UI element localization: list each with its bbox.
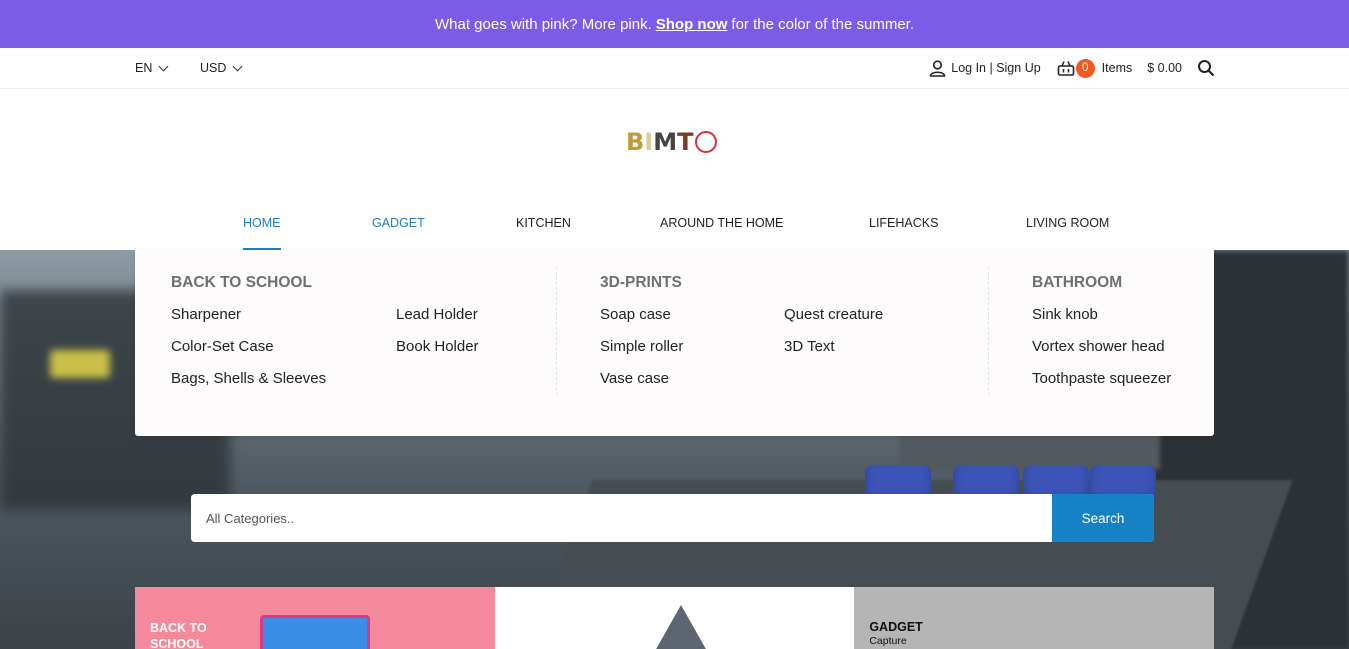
announcement-text: What goes with pink? More pink. xyxy=(434,15,652,33)
cart-button[interactable]: 0 Items $ 0.00 xyxy=(1057,58,1182,78)
card-subtitle: Capture xyxy=(869,635,907,647)
cart-total: $ 0.00 xyxy=(1147,61,1182,75)
main-nav: HOME GADGET KITCHEN AROUND THE HOME LIFE… xyxy=(0,196,1349,250)
top-bar: EN USD Log In | Sign Up 0 Items $ 0.00 xyxy=(0,48,1349,89)
announcement-bar: What goes with pink? More pink. Shop now… xyxy=(0,0,1349,48)
site-logo[interactable]: B I M T xyxy=(626,128,717,156)
menu-link-3d-text[interactable]: 3D Text xyxy=(784,338,835,355)
gadget-mega-menu: BACK TO SCHOOL Sharpener Color-Set Case … xyxy=(135,250,1214,436)
menu-divider xyxy=(988,267,989,395)
header-search-button[interactable] xyxy=(1197,59,1215,77)
menu-link-sharpener[interactable]: Sharpener xyxy=(171,306,241,323)
menu-link-soap-case[interactable]: Soap case xyxy=(600,306,671,323)
account-area: Log In | Sign Up 0 Items $ 0.00 xyxy=(929,48,1215,88)
logo-letter-b: B xyxy=(626,128,645,156)
chevron-down-icon xyxy=(232,61,243,71)
nav-home[interactable]: HOME xyxy=(243,196,281,250)
card-title-line: SCHOOL xyxy=(150,637,204,649)
nav-living-room[interactable]: LIVING ROOM xyxy=(1026,196,1109,250)
card-product-image xyxy=(260,615,370,649)
currency-select[interactable]: USD xyxy=(200,48,243,88)
currency-value: USD xyxy=(200,61,227,75)
category-card-back-to-school[interactable]: BACK TO SCHOOL xyxy=(135,587,495,649)
menu-link-quest-creature[interactable]: Quest creature xyxy=(784,306,883,323)
announcement-text-end: for the color of the summer. xyxy=(731,15,914,33)
chevron-down-icon xyxy=(158,61,169,71)
menu-link-book-holder[interactable]: Book Holder xyxy=(396,338,479,355)
cart-count-badge: 0 xyxy=(1075,58,1095,78)
logo-letter-m: M xyxy=(653,128,678,156)
basket-icon xyxy=(1057,60,1074,76)
menu-link-bags-shells-sleeves[interactable]: Bags, Shells & Sleeves xyxy=(171,370,326,387)
menu-link-toothpaste-squeezer[interactable]: Toothpaste squeezer xyxy=(1032,370,1171,387)
nav-kitchen[interactable]: KITCHEN xyxy=(516,196,571,250)
language-select[interactable]: EN xyxy=(135,48,169,88)
menu-link-simple-roller[interactable]: Simple roller xyxy=(600,338,683,355)
cart-items-label: Items xyxy=(1101,61,1133,75)
menu-heading-bathroom: BATHROOM xyxy=(1032,274,1123,291)
menu-link-vase-case[interactable]: Vase case xyxy=(600,370,669,387)
menu-heading-back-to-school: BACK TO SCHOOL xyxy=(171,274,312,291)
card-product-image xyxy=(654,605,707,649)
category-cards: BACK TO SCHOOL GADGET Capture xyxy=(135,587,1214,649)
logo-letter-o-ring xyxy=(694,131,717,153)
hero-search-bar: Search xyxy=(191,494,1154,542)
login-signup-link[interactable]: Log In | Sign Up xyxy=(929,59,1041,77)
menu-link-lead-holder[interactable]: Lead Holder xyxy=(396,306,478,323)
login-label: Log In | Sign Up xyxy=(951,61,1041,75)
card-title: BACK TO SCHOOL xyxy=(150,620,207,649)
menu-link-sink-knob[interactable]: Sink knob xyxy=(1032,306,1098,323)
card-title: GADGET xyxy=(869,620,923,634)
hero-background-shape xyxy=(50,350,110,378)
logo-letter-i: I xyxy=(644,128,654,156)
menu-heading-3d-prints: 3D-PRINTS xyxy=(600,274,682,291)
menu-link-vortex-shower-head[interactable]: Vortex shower head xyxy=(1032,338,1165,355)
language-value: EN xyxy=(135,61,153,75)
nav-lifehacks[interactable]: LIFEHACKS xyxy=(869,196,938,250)
logo-letter-t: T xyxy=(677,128,694,156)
menu-divider xyxy=(556,267,557,395)
menu-link-color-set-case[interactable]: Color-Set Case xyxy=(171,338,274,355)
user-icon xyxy=(929,59,946,77)
shop-now-link[interactable]: Shop now xyxy=(656,16,728,33)
card-title-line: BACK TO xyxy=(150,621,207,635)
nav-around-the-home[interactable]: AROUND THE HOME xyxy=(660,196,783,250)
search-button[interactable]: Search xyxy=(1052,494,1154,542)
nav-gadget[interactable]: GADGET xyxy=(372,196,425,250)
category-search-input[interactable] xyxy=(191,494,1052,542)
category-card-3d-prints[interactable] xyxy=(494,587,855,649)
category-card-gadget[interactable]: GADGET Capture xyxy=(854,587,1214,649)
search-icon xyxy=(1198,60,1215,77)
hero-printer-head xyxy=(900,430,1160,470)
